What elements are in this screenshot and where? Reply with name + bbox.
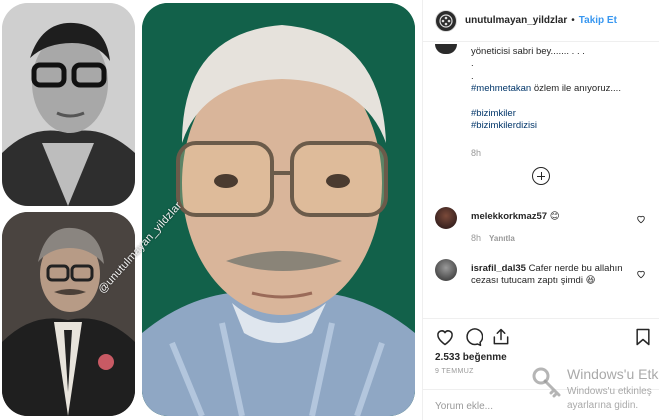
caption-line: #bizimkilerdizisi [471,120,651,132]
caption-line: . [471,58,474,70]
key-icon [532,367,561,398]
header-avatar[interactable] [435,9,457,32]
comment-like-heart-icon[interactable] [636,214,646,224]
caption-line: . [471,70,474,82]
comment-avatar[interactable] [435,207,457,229]
comment-username[interactable]: melekkorkmaz57 [471,211,547,222]
like-heart-icon[interactable] [435,327,455,347]
post-panel: unutulmayan_yildzlar • Takip Et yönetici… [422,0,659,420]
post-image[interactable]: @unutulmayan_yildzlar [0,0,422,420]
bookmark-icon[interactable] [633,327,653,347]
caption-avatar[interactable] [435,44,457,54]
caption-line: #bizimkiler [471,108,651,120]
follow-button[interactable]: Takip Et [579,15,617,26]
photo-portrait-glasses [142,3,415,416]
film-reel-icon [439,13,453,28]
caption-line: yöneticisi sabri bey....... . . . [471,46,585,57]
reply-button[interactable]: Yanıtla [489,234,515,243]
comment-avatar[interactable] [435,259,457,281]
likes-count[interactable]: 2.533 beğenme [435,352,507,363]
windows-activation-watermark: Windows'u Etk Windows'u etkinleş ayarlar… [529,362,659,420]
load-more-comments-plus-icon[interactable] [532,167,550,185]
share-arrow-icon[interactable] [491,327,511,347]
windows-watermark-line: Windows'u etkinleş [567,386,652,397]
photo-man-suit [2,212,135,416]
comment-time[interactable]: 8h [471,233,481,243]
hashtag-link[interactable]: #bizimkilerdizisi [471,120,537,131]
post-header: unutulmayan_yildzlar • Takip Et [423,0,659,42]
post-date[interactable]: 9 TEMMUZ [435,368,474,375]
comment-text: 😊 [549,211,560,222]
hashtag-link[interactable]: #mehmetakan [471,83,531,94]
comment-username[interactable]: israfil_dal35 [471,263,526,274]
add-comment-input[interactable]: Yorum ekle... [435,401,493,412]
caption-text: özlem ile anıyoruz.... [531,83,621,95]
hashtag-link[interactable]: #bizimkiler [471,108,516,119]
caption-line [471,133,651,145]
comment-like-heart-icon[interactable] [636,269,646,279]
caption-line: #mehmetakan özlem ile anıyoruz.... [471,83,651,95]
windows-watermark-line: ayarlarına gidin. [567,400,639,411]
caption-line [471,96,651,108]
header-username[interactable]: unutulmayan_yildzlar [465,15,567,26]
header-separator: • [571,15,575,26]
comment-bubble-icon[interactable] [463,327,483,347]
comments-scroll-fade [424,304,659,318]
photo-young-man [2,3,135,206]
windows-watermark-title: Windows'u Etk [567,366,659,382]
caption-time[interactable]: 8h [471,147,651,159]
